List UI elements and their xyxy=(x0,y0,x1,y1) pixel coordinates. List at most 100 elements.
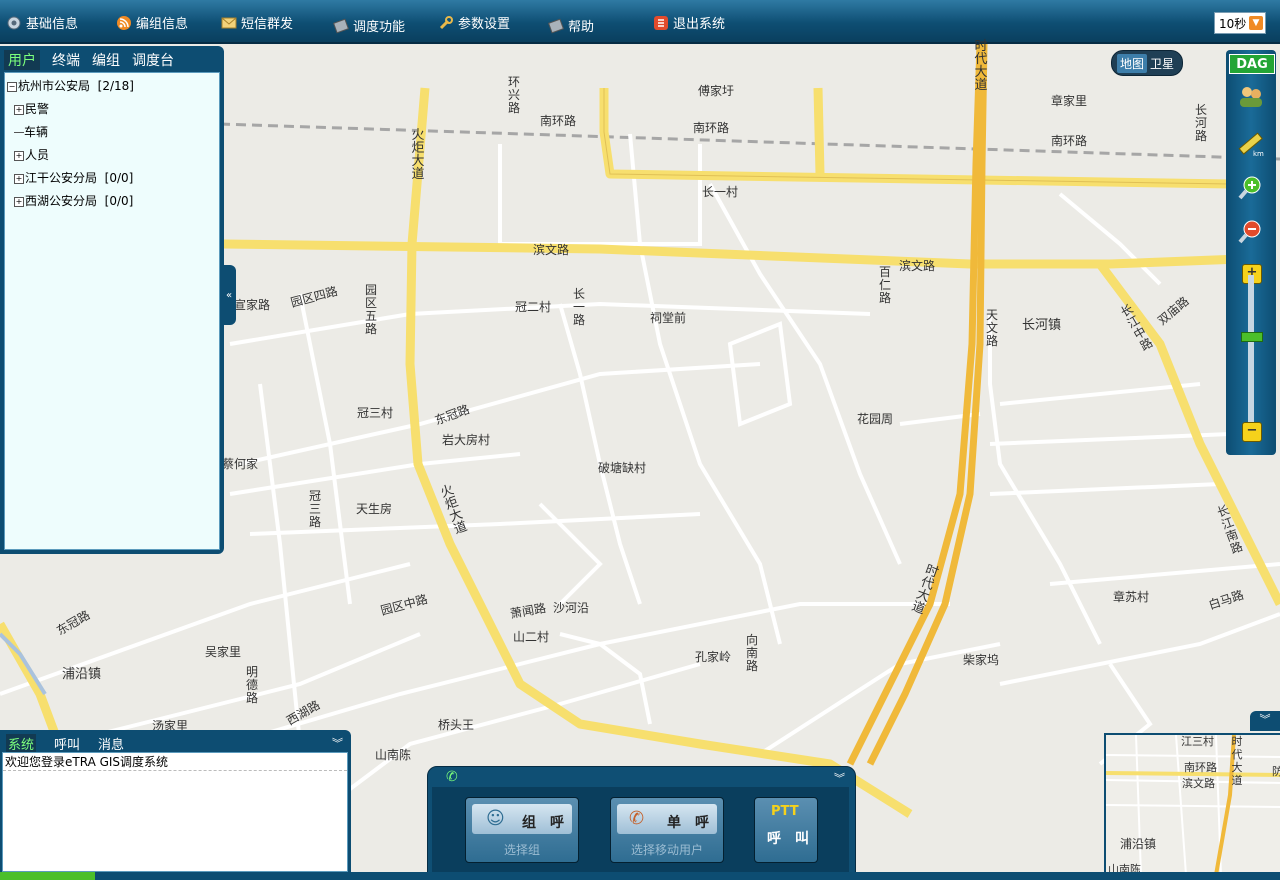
collapse-icon[interactable]: − xyxy=(7,81,17,92)
overview-label: 防 xyxy=(1272,763,1280,779)
double-chevron-down-icon: ︾ xyxy=(1259,713,1271,726)
refresh-interval-select[interactable]: 10秒 ▼ xyxy=(1214,12,1266,34)
double-chevron-down-icon[interactable]: ︾ xyxy=(834,770,845,786)
overview-toggle-button[interactable]: ︾ xyxy=(1250,711,1280,731)
menu-group-info[interactable]: 编组信息 xyxy=(116,13,188,32)
ruler-icon[interactable]: km xyxy=(1237,130,1265,158)
menu-label: 调度功能 xyxy=(353,20,406,35)
tree-node-count: [2/18] xyxy=(97,79,134,93)
chevron-down-icon[interactable]: ▼ xyxy=(1249,16,1263,30)
map-road-label: 南环路 xyxy=(693,121,730,135)
left-panel: 用户 终端 编组 调度台 − 杭州市公安局 [2/18] + 民警 车辆 + 人员 +… xyxy=(0,46,224,554)
map-road-label: 明德路 xyxy=(245,665,258,705)
tab-calls[interactable]: 呼叫 xyxy=(54,734,80,753)
menu-label: 参数设置 xyxy=(458,17,511,32)
call-panel: ✆ ︾ ☺ 组 呼 选择组 ✆ 单 呼 选择移动用户 PTT 呼 叫 xyxy=(427,766,856,876)
map-type-satellite[interactable]: 卫星 xyxy=(1147,54,1177,73)
map-place-label: 吴家里 xyxy=(205,645,242,659)
tab-terminals[interactable]: 终端 xyxy=(52,50,80,70)
map-road-label: 时代大道 xyxy=(974,39,988,93)
map-road-label: 向南路 xyxy=(745,633,758,673)
menu-sms-broadcast[interactable]: 短信群发 xyxy=(221,13,293,32)
map-place-label: 山二村 xyxy=(513,630,550,644)
ptt-call-button[interactable]: PTT 呼 叫 xyxy=(754,797,818,863)
map-place-label: 章家里 xyxy=(1051,94,1088,108)
tab-messages[interactable]: 消息 xyxy=(98,734,124,753)
exit-icon xyxy=(653,15,669,31)
overview-label: 南环路 xyxy=(1184,761,1217,774)
map-place-label: 宣家路 xyxy=(234,298,271,312)
refresh-interval-value: 10秒 xyxy=(1219,16,1247,31)
rss-icon xyxy=(116,15,132,31)
map-type-map[interactable]: 地图 xyxy=(1116,53,1147,73)
zoom-slider-handle[interactable] xyxy=(1241,332,1263,342)
wrench-icon xyxy=(438,15,454,31)
overview-label: 时代大道 xyxy=(1231,735,1243,787)
map-type-toggle[interactable]: 地图 卫星 xyxy=(1111,50,1183,76)
zoom-slider[interactable] xyxy=(1248,275,1254,430)
tree-node-count: [0/0] xyxy=(104,171,134,185)
menu-help[interactable]: 帮助 xyxy=(548,16,594,35)
overview-label: 浦沿镇 xyxy=(1120,837,1157,851)
single-call-sub: 选择移动用户 xyxy=(630,843,703,857)
expand-icon[interactable]: + xyxy=(14,150,24,161)
map-place-label: 长河镇 xyxy=(1022,318,1062,333)
single-call-button[interactable]: ✆ 单 呼 选择移动用户 xyxy=(610,797,724,863)
map-road-label: 百仁路 xyxy=(878,265,891,305)
message-log: 欢迎您登录eTRA GIS调度系统 xyxy=(2,752,348,872)
group-call-button[interactable]: ☺ 组 呼 选择组 xyxy=(465,797,579,863)
map-road-label: 滨文路 xyxy=(899,259,936,273)
double-chevron-left-icon: « xyxy=(225,289,233,301)
expand-icon[interactable]: + xyxy=(14,104,24,115)
help-icon xyxy=(548,18,564,34)
expand-icon[interactable]: + xyxy=(14,173,24,184)
menu-dispatch[interactable]: 调度功能 xyxy=(333,16,405,35)
expand-icon[interactable]: + xyxy=(14,196,24,207)
map-road-label: 南环路 xyxy=(540,114,577,128)
menu-exit[interactable]: 退出系统 xyxy=(653,13,725,32)
tree-root[interactable]: − 杭州市公安局 [2/18] xyxy=(7,77,134,94)
ptt-call-label: 呼 叫 xyxy=(767,831,809,847)
tree-node[interactable]: + 民警 xyxy=(14,100,49,117)
tree-node-label: 车辆 xyxy=(24,125,49,139)
map-road-label: 长一路 xyxy=(572,287,585,327)
overview-map[interactable]: 江三村 南环路 滨文路 时代大道 浦沿镇 山南陈 防 xyxy=(1104,733,1280,877)
tab-dispatch-console[interactable]: 调度台 xyxy=(132,50,174,70)
menu-settings[interactable]: 参数设置 xyxy=(438,13,510,32)
zoom-out-icon[interactable] xyxy=(1237,218,1265,246)
overview-roads xyxy=(1106,735,1280,875)
zoom-slider-minus-icon[interactable]: − xyxy=(1242,422,1262,442)
gear-icon xyxy=(6,15,22,31)
tree-node-label: 江干公安分局 xyxy=(25,171,98,185)
map-place-label: 祠堂前 xyxy=(650,311,687,325)
call-buttons: ☺ 组 呼 选择组 ✆ 单 呼 选择移动用户 PTT 呼 叫 xyxy=(432,787,849,873)
users-icon[interactable] xyxy=(1237,82,1265,110)
map-place-label: 岩大房村 xyxy=(442,433,491,447)
collapse-left-panel-button[interactable]: « xyxy=(222,265,236,325)
tree-node[interactable]: + 江干公安分局 [0/0] xyxy=(14,169,133,186)
tree-node[interactable]: 车辆 xyxy=(14,123,48,140)
map-road-label: 园区五路 xyxy=(364,283,377,336)
menu-basic-info[interactable]: 基础信息 xyxy=(6,13,78,32)
menu-label: 基础信息 xyxy=(26,17,79,32)
double-chevron-down-icon[interactable]: ︾ xyxy=(332,735,343,751)
map-place-label: 长一村 xyxy=(702,185,739,199)
org-tree: − 杭州市公安局 [2/18] + 民警 车辆 + 人员 + 江干公安分局 [0/0] … xyxy=(4,72,220,550)
map-place-label: 柴家坞 xyxy=(963,653,1000,667)
group-user-icon: ☺ xyxy=(486,808,505,829)
map-road-label: 长河路 xyxy=(1194,103,1207,143)
tree-node[interactable]: + 人员 xyxy=(14,146,49,163)
map-place-label: 孔家岭 xyxy=(695,650,732,664)
map-road-label: 冠三路 xyxy=(308,489,321,529)
tab-groups[interactable]: 编组 xyxy=(92,50,120,70)
phone-icon: ✆ xyxy=(446,769,458,785)
tree-node-count: [0/0] xyxy=(104,194,134,208)
zoom-in-icon[interactable] xyxy=(1237,174,1265,202)
ptt-badge: PTT xyxy=(771,804,799,819)
tab-system[interactable]: 系统 xyxy=(6,734,37,753)
tab-users[interactable]: 用户 xyxy=(4,50,40,70)
map-road-label: 火炬大道 xyxy=(411,128,425,182)
tree-node[interactable]: + 西湖公安分局 [0/0] xyxy=(14,192,133,209)
status-indicator xyxy=(0,872,95,880)
group-call-sub: 选择组 xyxy=(503,843,540,857)
